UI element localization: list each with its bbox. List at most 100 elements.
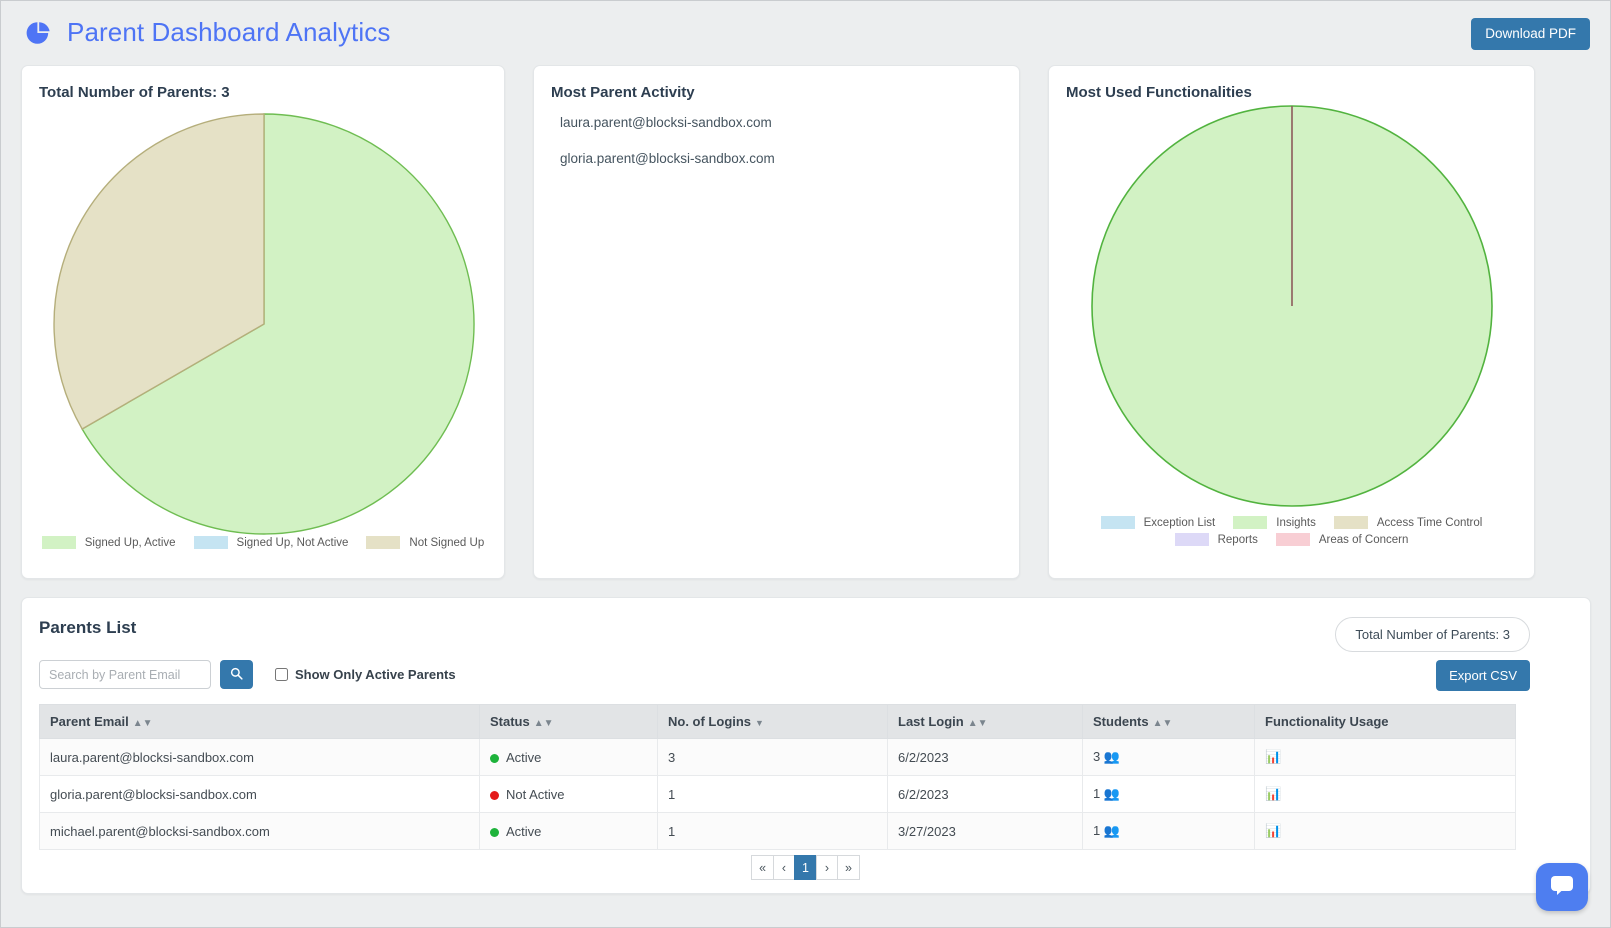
students-count: 1: [1093, 823, 1101, 838]
list-item: laura.parent@blocksi-sandbox.com: [560, 115, 772, 130]
legend-swatch: [366, 536, 401, 549]
cell-last-login: 6/2/2023: [887, 775, 1083, 813]
column-header-parent-email[interactable]: Parent Email ▲▼: [39, 704, 480, 739]
dashboard-cards: Total Number of Parents: 3 Signed Up, Ac…: [21, 65, 1591, 579]
status-label: Not Active: [506, 786, 565, 802]
bar-chart-icon[interactable]: 📊: [1265, 749, 1281, 764]
cell-status: Active: [479, 812, 658, 850]
functionalities-pie-chart: [1090, 104, 1494, 508]
legend-item[interactable]: Signed Up, Active: [41, 536, 176, 549]
legend-item[interactable]: Reports: [1174, 533, 1258, 546]
cell-parent-email: laura.parent@blocksi-sandbox.com: [39, 738, 480, 776]
status-label: Active: [506, 823, 542, 839]
parents-pie-legend: Signed Up, Active Signed Up, Not Active …: [22, 536, 504, 553]
status-label: Active: [506, 749, 542, 765]
pagination-first[interactable]: «: [751, 855, 775, 880]
cell-logins: 1: [657, 812, 888, 850]
cell-parent-email: michael.parent@blocksi-sandbox.com: [39, 812, 480, 850]
cell-status: Not Active: [479, 775, 658, 813]
download-pdf-button[interactable]: Download PDF: [1471, 18, 1590, 50]
bar-chart-icon[interactable]: 📊: [1265, 823, 1281, 838]
legend-label: Signed Up, Not Active: [236, 536, 349, 549]
cell-functionality-usage: 📊: [1254, 775, 1516, 813]
legend-item[interactable]: Access Time Control: [1333, 516, 1482, 529]
parents-list-title: Parents List: [39, 618, 137, 637]
show-active-parents-checkbox[interactable]: Show Only Active Parents: [275, 667, 456, 682]
legend-label: Insights: [1276, 516, 1316, 529]
legend-swatch: [1275, 533, 1310, 546]
card-title-functionalities: Most Used Functionalities: [1066, 84, 1252, 101]
card-title-activity: Most Parent Activity: [551, 84, 695, 101]
students-count: 1: [1093, 786, 1101, 801]
column-header-status[interactable]: Status ▲▼: [479, 704, 658, 739]
legend-label: Areas of Concern: [1318, 533, 1409, 546]
sort-icon-desc[interactable]: ▼: [755, 718, 764, 728]
cell-last-login: 3/27/2023: [887, 812, 1083, 850]
legend-item[interactable]: Not Signed Up: [366, 536, 484, 549]
table-row[interactable]: laura.parent@blocksi-sandbox.com Active …: [39, 738, 1516, 776]
pagination-prev[interactable]: ‹: [773, 855, 796, 880]
chat-icon: [1549, 873, 1575, 902]
chat-button[interactable]: [1536, 863, 1588, 911]
table-row[interactable]: michael.parent@blocksi-sandbox.com Activ…: [39, 812, 1516, 850]
column-header-students[interactable]: Students ▲▼: [1082, 704, 1255, 739]
card-title-total-parents: Total Number of Parents: 3: [39, 84, 230, 101]
pagination-last[interactable]: »: [836, 855, 860, 880]
column-header-functionality-usage: Functionality Usage: [1254, 704, 1516, 739]
pagination-next[interactable]: ›: [815, 855, 838, 880]
legend-label: Reports: [1217, 533, 1258, 546]
column-label: No. of Logins: [668, 714, 752, 729]
table-header-row: Parent Email ▲▼ Status ▲▼ No. of Logins ▼ L…: [39, 704, 1516, 739]
cell-students: 1 👥: [1082, 812, 1255, 850]
column-label: Students: [1093, 714, 1149, 729]
column-header-logins[interactable]: No. of Logins ▼: [657, 704, 888, 739]
sort-icon[interactable]: ▲▼: [534, 718, 554, 729]
search-button[interactable]: [220, 660, 253, 689]
legend-label: Signed Up, Active: [84, 536, 176, 549]
status-dot: [490, 827, 499, 837]
app-root: Parent Dashboard Analytics Download PDF …: [0, 0, 1611, 928]
pagination-page-1[interactable]: 1: [794, 855, 817, 880]
legend-item[interactable]: Insights: [1233, 516, 1316, 529]
sort-icon[interactable]: ▲▼: [1153, 718, 1173, 729]
users-icon[interactable]: 👥: [1104, 749, 1120, 764]
list-controls: Show Only Active Parents: [39, 660, 456, 689]
legend-item[interactable]: Exception List: [1100, 516, 1216, 529]
sort-icon[interactable]: ▲▼: [133, 718, 153, 729]
card-most-used-functionalities: Most Used Functionalities Exception List…: [1048, 65, 1535, 579]
status-dot: [490, 790, 499, 800]
cell-students: 3 👥: [1082, 738, 1255, 776]
legend-item[interactable]: Areas of Concern: [1275, 533, 1409, 546]
cell-functionality-usage: 📊: [1254, 812, 1516, 850]
cell-logins: 1: [657, 775, 888, 813]
legend-label: Exception List: [1143, 516, 1216, 529]
users-icon[interactable]: 👥: [1104, 786, 1120, 801]
export-csv-button[interactable]: Export CSV: [1436, 660, 1530, 691]
card-most-parent-activity: Most Parent Activity laura.parent@blocks…: [533, 65, 1020, 579]
show-active-parents-input[interactable]: [275, 668, 288, 681]
legend-item[interactable]: Signed Up, Not Active: [193, 536, 349, 549]
total-parents-badge: Total Number of Parents: 3: [1335, 617, 1530, 652]
legend-swatch: [1333, 516, 1368, 529]
legend-swatch: [1100, 516, 1135, 529]
legend-swatch: [193, 536, 228, 549]
show-active-parents-label: Show Only Active Parents: [295, 667, 456, 682]
card-total-parents: Total Number of Parents: 3 Signed Up, Ac…: [21, 65, 505, 579]
cell-logins: 3: [657, 738, 888, 776]
cell-functionality-usage: 📊: [1254, 738, 1516, 776]
search-input[interactable]: [39, 660, 211, 689]
table-row[interactable]: gloria.parent@blocksi-sandbox.com Not Ac…: [39, 775, 1516, 813]
search-icon: [230, 667, 243, 683]
legend-swatch: [1233, 516, 1268, 529]
cell-parent-email: gloria.parent@blocksi-sandbox.com: [39, 775, 480, 813]
legend-swatch: [1174, 533, 1209, 546]
page-title: Parent Dashboard Analytics: [67, 17, 391, 47]
column-header-last-login[interactable]: Last Login ▲▼: [887, 704, 1083, 739]
cell-last-login: 6/2/2023: [887, 738, 1083, 776]
users-icon[interactable]: 👥: [1104, 823, 1120, 838]
sort-icon[interactable]: ▲▼: [968, 718, 988, 729]
cell-students: 1 👥: [1082, 775, 1255, 813]
bar-chart-icon[interactable]: 📊: [1265, 786, 1281, 801]
legend-label: Not Signed Up: [409, 536, 485, 549]
parents-list-panel: Parents List Total Number of Parents: 3 …: [21, 597, 1591, 894]
